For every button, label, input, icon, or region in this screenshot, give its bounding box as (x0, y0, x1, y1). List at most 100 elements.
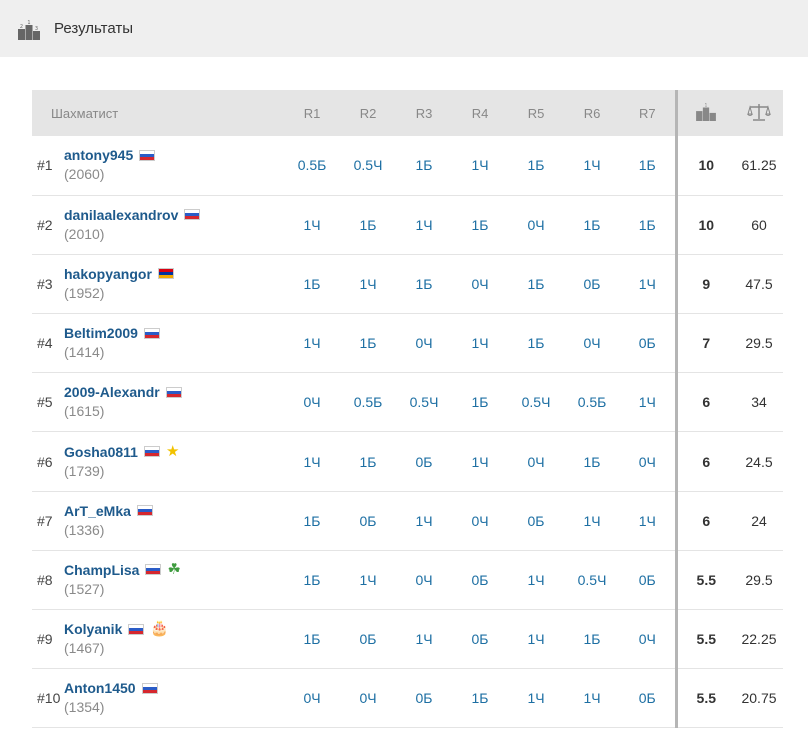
round-result-link[interactable]: 1Ч (284, 314, 340, 373)
round-result-link[interactable]: 1Ч (340, 254, 396, 313)
player-cell: hakopyangor (1952) (64, 254, 284, 313)
round-result-link[interactable]: 1Ч (620, 491, 676, 550)
column-header-tiebreak[interactable] (735, 90, 783, 136)
round-result-link[interactable]: 0Б (396, 669, 452, 728)
round-result-link[interactable]: 0Б (340, 491, 396, 550)
round-result-link[interactable]: 1Б (396, 136, 452, 195)
player-name-link[interactable]: ArT_eMka (64, 502, 131, 520)
round-result-link[interactable]: 0.5Б (340, 373, 396, 432)
round-result-link[interactable]: 1Ч (452, 136, 508, 195)
column-header-round[interactable]: R2 (340, 90, 396, 136)
round-result-link[interactable]: 1Ч (340, 550, 396, 609)
round-result-link[interactable]: 0.5Б (564, 373, 620, 432)
player-name-link[interactable]: hakopyangor (64, 265, 152, 283)
round-result-link[interactable]: 1Б (284, 610, 340, 669)
round-result-link[interactable]: 1Б (508, 254, 564, 313)
round-result-link[interactable]: 0Б (508, 491, 564, 550)
round-result-link[interactable]: 0Б (620, 550, 676, 609)
round-result-link[interactable]: 1Ч (620, 254, 676, 313)
round-result-link[interactable]: 1Ч (396, 610, 452, 669)
round-result-link[interactable]: 0Ч (620, 610, 676, 669)
round-result-link[interactable]: 0Б (620, 669, 676, 728)
round-result-link[interactable]: 0.5Б (284, 136, 340, 195)
round-result-link[interactable]: 0Б (340, 610, 396, 669)
round-result-link[interactable]: 0Ч (620, 432, 676, 491)
round-result-link[interactable]: 1Б (340, 195, 396, 254)
player-name-link[interactable]: danilaalexandrov (64, 206, 178, 224)
column-header-points[interactable]: 1 (674, 90, 736, 136)
round-result-link[interactable]: 1Ч (564, 491, 620, 550)
round-result-link[interactable]: 0Ч (396, 314, 452, 373)
round-result-link[interactable]: 0Ч (452, 491, 508, 550)
round-result-link[interactable]: 0Ч (452, 254, 508, 313)
round-result-link[interactable]: 1Б (396, 254, 452, 313)
column-header-player[interactable]: Шахматист (32, 90, 284, 136)
player-name-link[interactable]: ChampLisa (64, 561, 139, 579)
round-result-link[interactable]: 1Б (452, 373, 508, 432)
round-result-link[interactable]: 1Б (620, 195, 676, 254)
player-name-link[interactable]: Beltim2009 (64, 324, 138, 342)
round-result-link[interactable]: 1Б (340, 314, 396, 373)
round-result-link[interactable]: 0Б (452, 550, 508, 609)
round-result-link[interactable]: 1Ч (620, 373, 676, 432)
round-result-link[interactable]: 1Ч (284, 432, 340, 491)
round-result-link[interactable]: 0.5Ч (564, 550, 620, 609)
round-result-link[interactable]: 0Ч (284, 669, 340, 728)
player-cell: antony945 (2060) (64, 136, 284, 195)
round-result-link[interactable]: 1Б (564, 195, 620, 254)
player-cell: Anton1450 (1354) (64, 669, 284, 728)
round-result-link[interactable]: 1Ч (396, 491, 452, 550)
round-result-link[interactable]: 0Ч (508, 195, 564, 254)
round-result-link[interactable]: 1Ч (396, 195, 452, 254)
player-name-link[interactable]: Gosha0811 (64, 443, 138, 461)
column-header-round[interactable]: R4 (452, 90, 508, 136)
round-result-link[interactable]: 1Ч (452, 432, 508, 491)
player-name-link[interactable]: 2009-Alexandr (64, 383, 160, 401)
round-result-link[interactable]: 1Ч (284, 195, 340, 254)
round-result-link[interactable]: 1Б (620, 136, 676, 195)
column-header-round[interactable]: R1 (284, 90, 340, 136)
round-result-link[interactable]: 1Б (508, 314, 564, 373)
round-result-link[interactable]: 0Ч (564, 314, 620, 373)
round-result-link[interactable]: 1Ч (508, 550, 564, 609)
round-result-link[interactable]: 1Ч (564, 669, 620, 728)
round-result-link[interactable]: 1Б (452, 669, 508, 728)
column-header-round[interactable]: R7 (620, 90, 676, 136)
column-header-round[interactable]: R3 (396, 90, 452, 136)
column-header-round[interactable]: R5 (508, 90, 564, 136)
round-result-link[interactable]: 0Ч (508, 432, 564, 491)
round-result-link[interactable]: 0Ч (284, 373, 340, 432)
round-result-link[interactable]: 0.5Ч (396, 373, 452, 432)
round-result-link[interactable]: 1Ч (508, 669, 564, 728)
round-result-link[interactable]: 1Ч (564, 136, 620, 195)
round-result-link[interactable]: 0Ч (396, 550, 452, 609)
round-result-link[interactable]: 0.5Ч (508, 373, 564, 432)
round-result-link[interactable]: 1Ч (508, 610, 564, 669)
round-result-link[interactable]: 1Б (564, 432, 620, 491)
round-result-link[interactable]: 0Б (452, 610, 508, 669)
round-result-link[interactable]: 0Б (564, 254, 620, 313)
podium-icon: 1 2 3 (18, 18, 40, 40)
column-header-round[interactable]: R6 (564, 90, 620, 136)
points-cell: 6 (674, 491, 736, 551)
round-result-link[interactable]: 1Б (284, 254, 340, 313)
round-result-link[interactable]: 1Б (340, 432, 396, 491)
russia-flag-icon (128, 623, 145, 635)
player-name-link[interactable]: Anton1450 (64, 679, 136, 697)
round-result-link[interactable]: 1Б (564, 610, 620, 669)
round-result-link[interactable]: 1Б (452, 195, 508, 254)
round-result-link[interactable]: 1Б (284, 491, 340, 550)
round-result-link[interactable]: 1Ч (452, 314, 508, 373)
player-rating: (1414) (64, 344, 105, 361)
round-result-link[interactable]: 0Ч (340, 669, 396, 728)
player-name-link[interactable]: antony945 (64, 146, 133, 164)
round-result-link[interactable]: 0.5Ч (340, 136, 396, 195)
round-result-link[interactable]: 1Б (508, 136, 564, 195)
player-name-link[interactable]: Kolyanik (64, 620, 122, 638)
round-result-link[interactable]: 0Б (620, 314, 676, 373)
table-row: #2 danilaalexandrov (2010) 1Ч 1Б 1Ч 1Б 0… (32, 195, 784, 255)
tiebreak-cell: 61.25 (741, 157, 777, 174)
round-result-link[interactable]: 0Б (396, 432, 452, 491)
round-result-link[interactable]: 1Б (284, 550, 340, 609)
player-rating: (1739) (64, 462, 105, 479)
